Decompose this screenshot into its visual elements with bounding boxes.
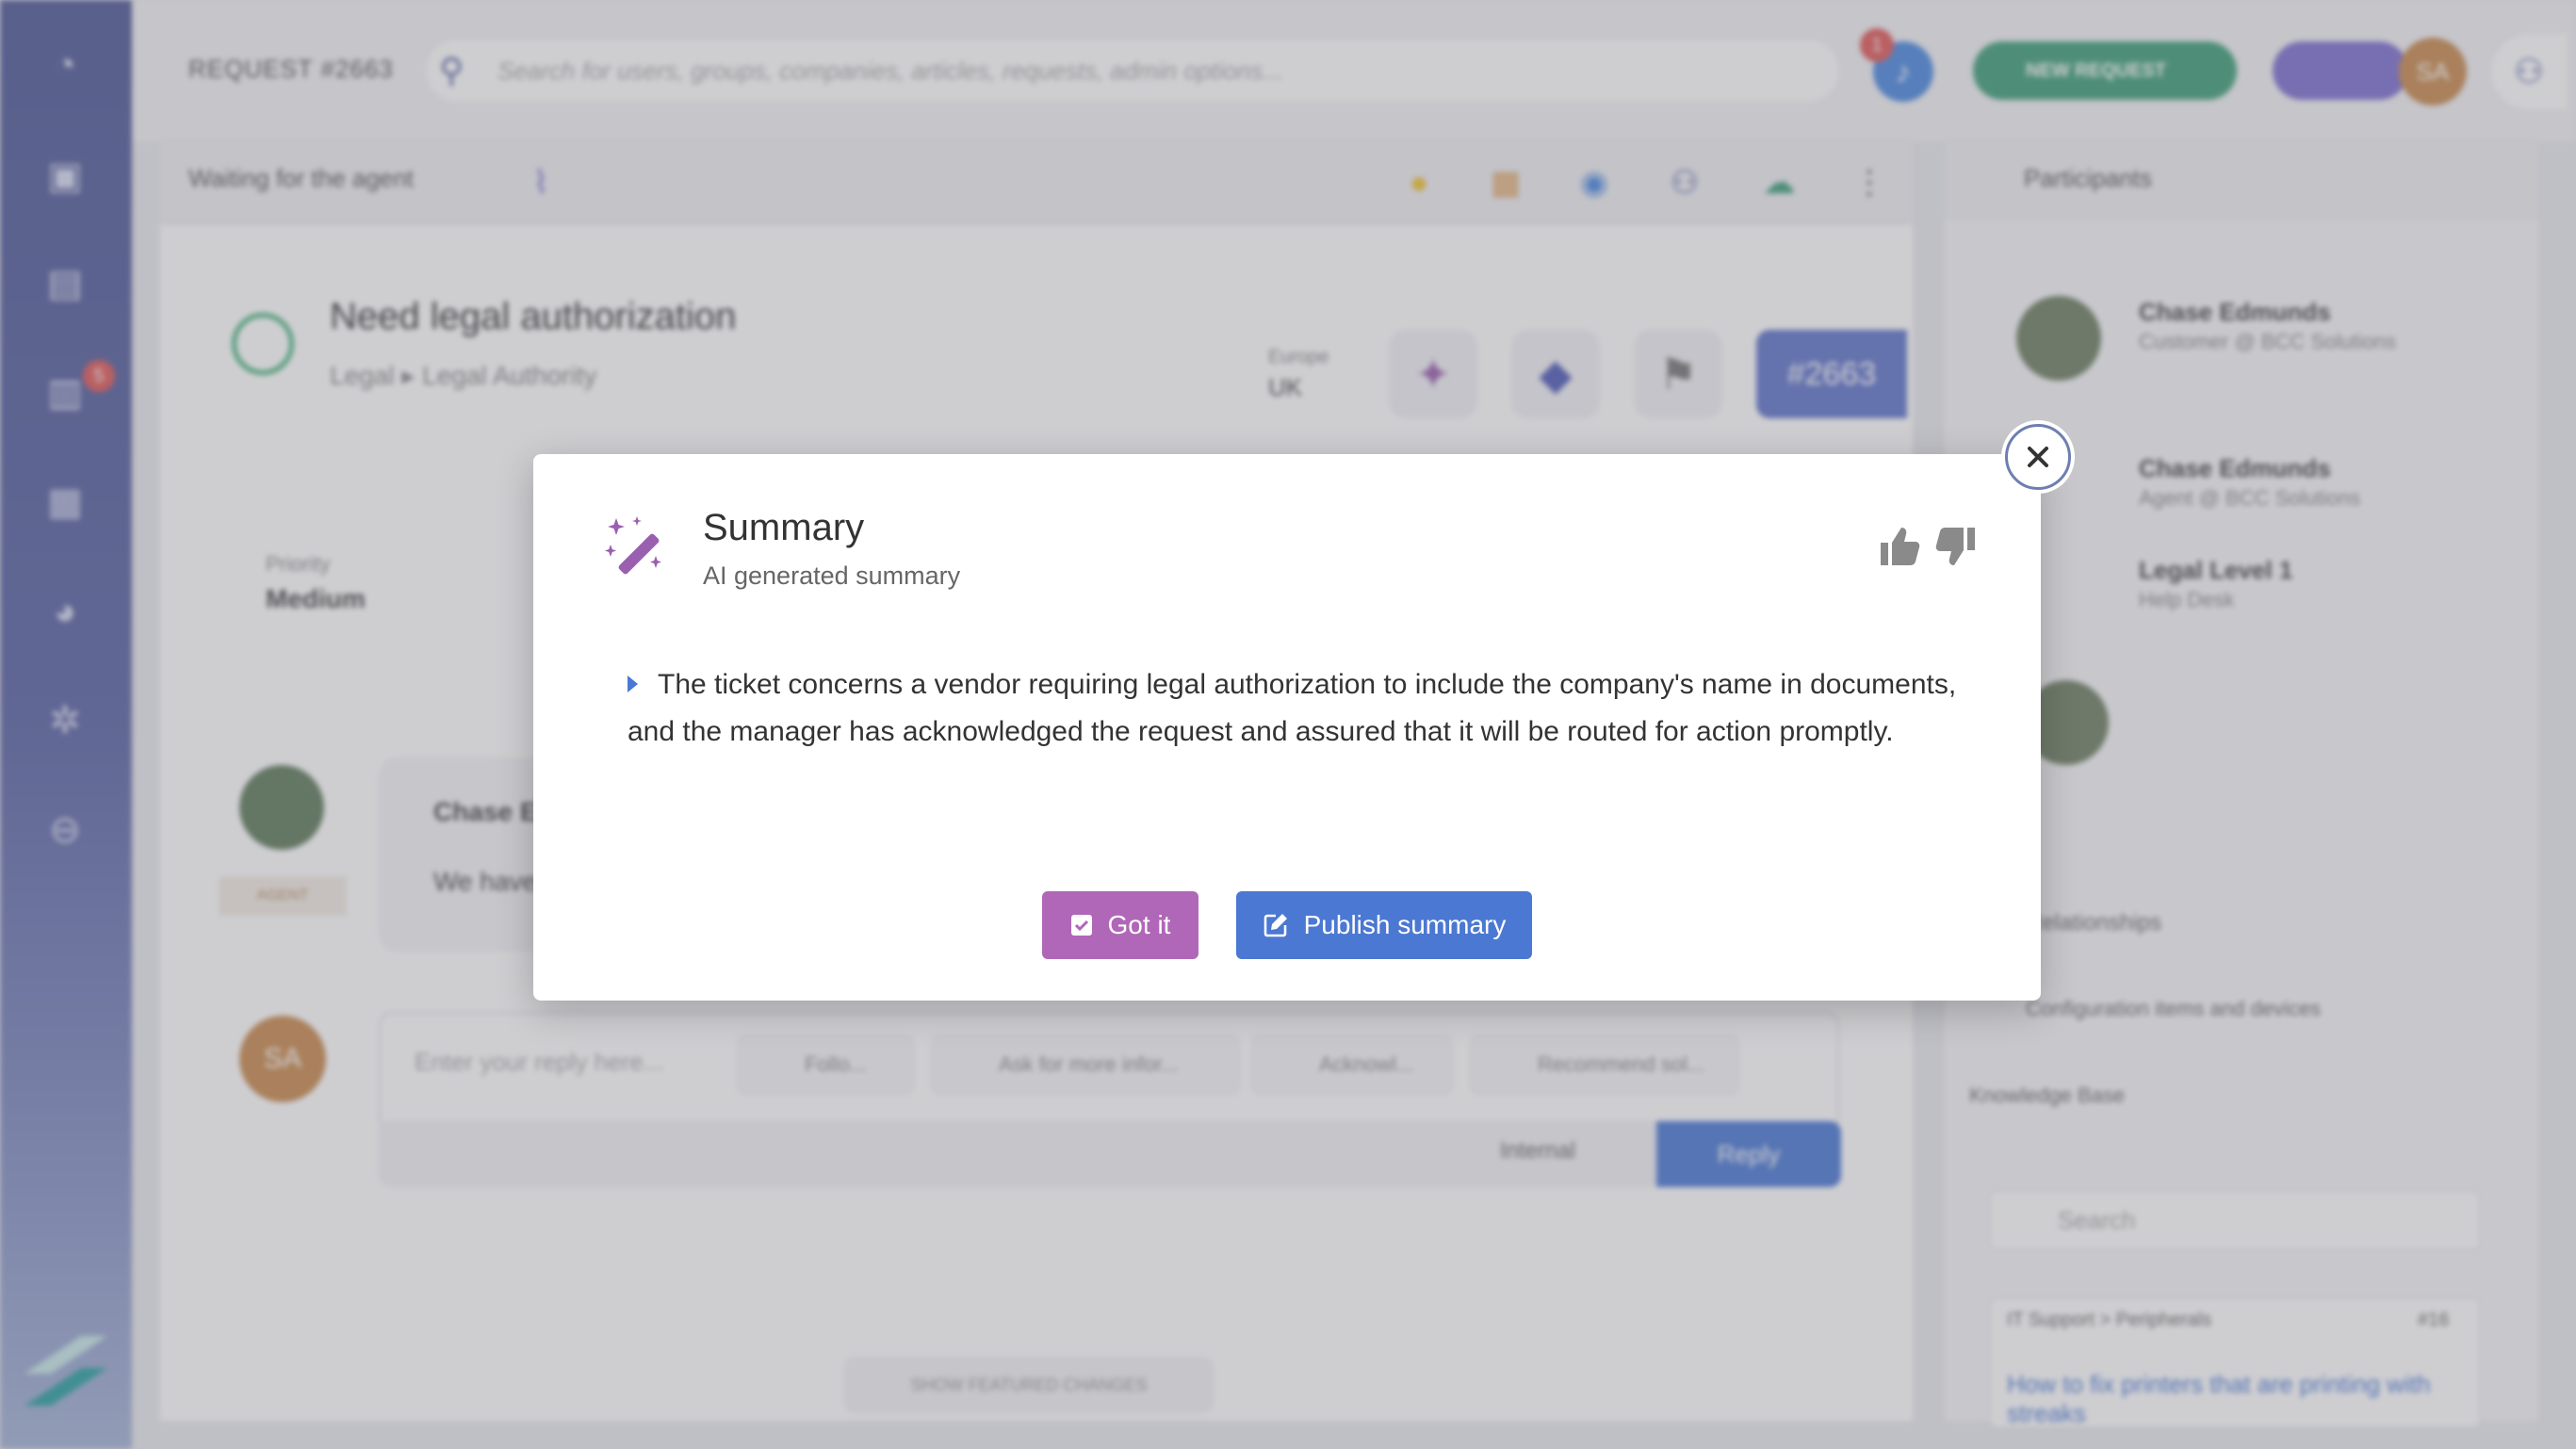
close-modal-button[interactable] bbox=[2005, 424, 2071, 490]
got-it-label: Got it bbox=[1107, 910, 1171, 939]
got-it-button[interactable]: Got it bbox=[1042, 891, 1198, 959]
edit-icon bbox=[1264, 914, 1287, 937]
modal-title: Summary bbox=[703, 507, 865, 548]
summary-body: The ticket concerns a vendor requiring l… bbox=[628, 661, 1981, 756]
magic-wand-icon bbox=[605, 516, 661, 575]
close-icon bbox=[2028, 447, 2048, 467]
summary-text: The ticket concerns a vendor requiring l… bbox=[628, 669, 1957, 747]
modal-subtitle: AI generated summary bbox=[703, 562, 961, 590]
publish-summary-button[interactable]: Publish summary bbox=[1236, 891, 1532, 959]
thumbs-down-icon[interactable] bbox=[1933, 524, 1979, 569]
thumbs-up-icon[interactable] bbox=[1877, 524, 1922, 569]
publish-summary-label: Publish summary bbox=[1303, 910, 1507, 939]
check-square-icon bbox=[1070, 915, 1092, 936]
